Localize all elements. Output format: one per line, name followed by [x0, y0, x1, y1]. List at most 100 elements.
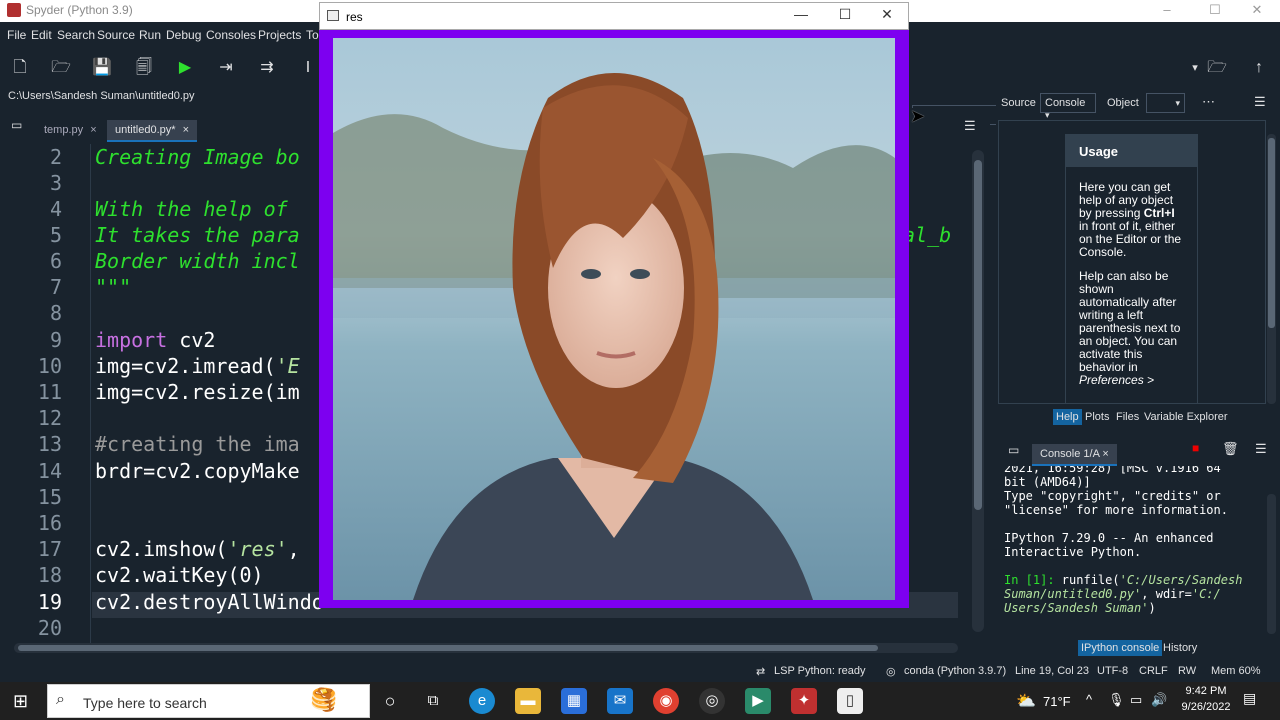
line-number: 2 [49, 145, 62, 169]
close-tab-icon[interactable]: × [1102, 448, 1108, 460]
code-line: With the help of [95, 197, 288, 221]
browse-tabs-icon[interactable]: ▭ [11, 118, 22, 132]
clock-time[interactable]: 9:42 PM [1180, 685, 1232, 697]
maximize-button[interactable]: ☐ [1192, 0, 1238, 22]
menu-consoles[interactable]: Consoles [206, 28, 256, 42]
code-line: import cv2 [95, 328, 215, 352]
close-button[interactable]: ✕ [1234, 0, 1280, 22]
tab-help[interactable]: Help [1053, 409, 1082, 425]
code-line: img=cv2.resize(im [95, 380, 300, 404]
options-menu-icon[interactable]: ☰ [964, 118, 976, 134]
line-number: 8 [49, 301, 62, 325]
tab-variable-explorer[interactable]: Variable Explorer [1141, 409, 1231, 425]
tab-temp-py[interactable]: temp.py × [36, 120, 105, 142]
tab-files[interactable]: Files [1113, 409, 1142, 425]
preferences-link[interactable]: Preferences > [1079, 373, 1154, 387]
code-line-overflow: al_b [903, 223, 952, 247]
menu-search[interactable]: Search [57, 28, 95, 42]
task-view-icon[interactable]: ⧉ [420, 688, 446, 714]
portrait-photo [333, 38, 895, 600]
lsp-status[interactable]: LSP Python: ready [774, 665, 866, 677]
edge-icon[interactable]: e [469, 688, 495, 714]
string-literal: 'res' [227, 537, 288, 561]
tab-history[interactable]: History [1160, 640, 1200, 656]
code-line-current: cv2.destroyAllWindo [95, 590, 324, 614]
mail-icon[interactable]: ✉ [607, 688, 633, 714]
menu-source[interactable]: Source [97, 28, 135, 42]
microphone-icon[interactable]: 🎙 [1108, 692, 1125, 708]
save-icon[interactable]: 💾 [91, 58, 113, 78]
spyder-taskbar-icon[interactable]: ✦ [791, 688, 817, 714]
notification-center-icon[interactable]: ▤ [1243, 690, 1256, 707]
notepad-icon[interactable]: ▯ [837, 688, 863, 714]
menu-tools[interactable]: To [306, 28, 319, 42]
keyword: import [95, 328, 168, 352]
scrollbar-thumb[interactable] [1268, 138, 1275, 328]
network-icon[interactable]: ▭ [1130, 692, 1142, 708]
conda-env[interactable]: conda (Python 3.9.7) [904, 665, 1006, 677]
menu-debug[interactable]: Debug [166, 28, 201, 42]
line-number: 4 [49, 197, 62, 221]
source-select[interactable]: Console ▾ [1040, 93, 1096, 120]
close-tab-icon[interactable]: × [183, 124, 189, 136]
windows-start-icon[interactable]: ⊞ [13, 691, 28, 712]
open-file-icon[interactable]: 🗁 [50, 58, 72, 78]
run-cell-icon[interactable]: ⇥ [215, 58, 237, 78]
trash-icon[interactable]: 🗑 [1222, 441, 1239, 457]
line-number-current: 19 [37, 590, 62, 614]
pancakes-search-highlight-icon: 🥞 [310, 687, 338, 712]
menu-projects[interactable]: Projects [258, 28, 301, 42]
new-file-icon[interactable]: 🗋 [9, 58, 31, 78]
line-number: 5 [49, 223, 62, 247]
save-all-icon[interactable]: 🗐 [133, 58, 155, 78]
cortana-icon[interactable]: ○ [377, 688, 403, 714]
options-menu-icon[interactable]: ☰ [1255, 441, 1267, 457]
more-options-icon[interactable]: ⋯ [1202, 94, 1215, 110]
code-text: img=cv2.imread( [95, 354, 276, 378]
chevron-down-icon[interactable]: ▾ [1184, 58, 1206, 78]
tab-console[interactable]: Console 1/A × [1032, 444, 1117, 466]
scrollbar-thumb[interactable] [18, 645, 878, 651]
options-menu-icon[interactable]: ☰ [1254, 94, 1266, 110]
object-combo[interactable]: ▾ [1146, 93, 1185, 113]
conda-icon: ◎ [886, 666, 896, 678]
res-close-button[interactable]: ✕ [872, 6, 902, 23]
browse-tabs-icon[interactable]: ▭ [1008, 443, 1019, 457]
weather-temp[interactable]: 71°F [1043, 694, 1071, 709]
volume-icon[interactable]: 🔊 [1151, 692, 1167, 708]
code-text: , [287, 537, 300, 561]
browse-folder-icon[interactable]: 🗁 [1206, 58, 1228, 78]
menu-run[interactable]: Run [139, 28, 161, 42]
tab-ipython-console[interactable]: IPython console [1078, 640, 1163, 656]
code-line: Border width incl [95, 249, 300, 273]
stop-icon[interactable]: ■ [1192, 441, 1199, 455]
chrome-icon[interactable]: ◉ [653, 688, 679, 714]
clock-date[interactable]: 9/26/2022 [1172, 701, 1240, 713]
ipython-console[interactable]: 2021, 16:59:28) [MSC v.1916 64 bit (AMD6… [998, 466, 1266, 634]
taskbar-search-box[interactable]: ⌕ Type here to search 🥞 [47, 684, 370, 718]
res-maximize-button[interactable]: ☐ [830, 6, 860, 23]
chevron-up-icon[interactable]: ^ [1086, 692, 1092, 707]
minimize-button[interactable]: – [1144, 0, 1190, 22]
close-tab-icon[interactable]: × [90, 124, 96, 136]
tab-untitled0-py[interactable]: untitled0.py* × [107, 120, 198, 142]
console-code: runfile( [1054, 573, 1120, 587]
scrollbar-thumb[interactable] [974, 160, 982, 510]
microsoft-store-icon[interactable]: ▦ [561, 688, 587, 714]
res-minimize-button[interactable]: — [786, 6, 816, 22]
file-path-label: C:\Users\Sandesh Suman\untitled0.py [8, 90, 195, 102]
menu-edit[interactable]: Edit [31, 28, 52, 42]
media-player-icon[interactable]: ◎ [699, 688, 725, 714]
run-selection-icon[interactable]: I [297, 58, 319, 78]
run-cell-advance-icon[interactable]: ⇉ [256, 58, 278, 78]
tab-plots[interactable]: Plots [1082, 409, 1112, 425]
menu-file[interactable]: File [7, 28, 26, 42]
console-scrollbar[interactable] [1267, 494, 1276, 634]
file-explorer-icon[interactable]: ▬ [515, 688, 541, 714]
code-line: """ [95, 275, 132, 299]
line-number: 13 [37, 432, 62, 456]
run-icon[interactable]: ▶ [174, 58, 196, 78]
tab-label: untitled0.py* [115, 124, 176, 136]
pycharm-icon[interactable]: ▶ [745, 688, 771, 714]
parent-directory-icon[interactable]: ↑ [1248, 58, 1270, 78]
